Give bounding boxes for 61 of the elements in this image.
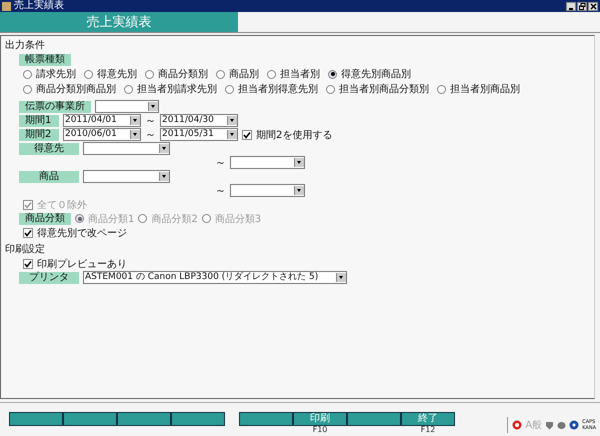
function-key-button[interactable]	[347, 412, 401, 426]
screen-title: 売上実績表	[0, 12, 238, 32]
checkmark-icon	[243, 130, 251, 138]
field-label: 期間1	[19, 114, 59, 126]
minimize-button[interactable]	[566, 2, 576, 10]
function-key-label: F10	[312, 426, 328, 434]
radio-option[interactable]: 得意先別	[84, 67, 137, 81]
app-icon	[2, 2, 11, 10]
code-dropdown[interactable]	[230, 184, 305, 197]
checkmark-icon	[24, 228, 32, 236]
field-label: 帳票種類	[19, 54, 71, 66]
function-key-label: F12	[420, 426, 436, 434]
function-key-button[interactable]	[239, 412, 293, 426]
restore-icon	[578, 2, 586, 10]
date-dropdown[interactable]: 2011/05/31	[160, 128, 238, 141]
field-label: 期間2	[19, 128, 59, 140]
code-dropdown[interactable]	[83, 170, 170, 183]
radio-option[interactable]: 担当者別商品別	[437, 82, 520, 96]
field-label: プリンタ	[19, 272, 79, 284]
field-label: 伝票の事業所	[19, 100, 91, 112]
function-key-button[interactable]	[117, 412, 171, 426]
section-label: 出力条件	[5, 39, 46, 52]
function-key-button[interactable]	[63, 412, 117, 426]
range-separator: ～	[215, 183, 226, 198]
page-break-checkbox[interactable]: 得意先別で改ページ	[23, 226, 127, 240]
radio-option[interactable]: 商品別	[216, 67, 259, 81]
checkmark-icon	[24, 200, 32, 208]
function-key-button[interactable]	[171, 412, 225, 426]
range-separator: ～	[145, 113, 156, 128]
period2-checkbox[interactable]: 期間2を使用する	[242, 128, 332, 142]
field-label: 商品分類	[19, 212, 71, 224]
shield-icon[interactable]	[545, 420, 554, 430]
radio-option[interactable]: 商品分類別商品別	[23, 82, 116, 96]
radio-option[interactable]: 担当者別得意先別	[225, 82, 318, 96]
radio-option[interactable]: 請求先別	[23, 67, 76, 81]
office-dropdown[interactable]	[95, 100, 159, 113]
function-key-button[interactable]	[9, 412, 63, 426]
printer-dropdown[interactable]: ASTEM001 の Canon LBP3300 (リダイレクトされた 5)	[83, 271, 347, 284]
ime-logo-icon	[512, 420, 522, 430]
range-separator: ～	[145, 127, 156, 142]
radio-option[interactable]: 担当者別商品分類別	[326, 82, 429, 96]
range-separator: ～	[215, 155, 226, 170]
date-dropdown[interactable]: 2011/04/30	[160, 114, 238, 127]
radio-option[interactable]: 得意先別商品別	[328, 67, 411, 81]
code-dropdown[interactable]	[83, 142, 170, 155]
checkmark-icon	[24, 260, 32, 268]
print-preview-checkbox[interactable]: 印刷プレビューあり	[23, 256, 127, 270]
close-button[interactable]	[588, 2, 598, 10]
close-icon	[590, 2, 596, 10]
radio-option[interactable]: 担当者別請求先別	[124, 82, 217, 96]
restore-button[interactable]	[577, 2, 587, 10]
help-icon[interactable]	[569, 420, 580, 430]
field-label: 商品	[19, 170, 79, 182]
field-label: 得意先	[19, 142, 79, 154]
radio-option[interactable]: 商品分類別	[145, 67, 208, 81]
date-dropdown[interactable]: 2010/06/01	[63, 128, 141, 141]
date-dropdown[interactable]: 2011/04/01	[63, 114, 141, 127]
code-dropdown[interactable]	[230, 156, 305, 169]
shape-icon[interactable]	[557, 420, 566, 430]
section-label: 印刷設定	[5, 243, 46, 256]
radio-option[interactable]: 担当者別	[267, 67, 320, 81]
